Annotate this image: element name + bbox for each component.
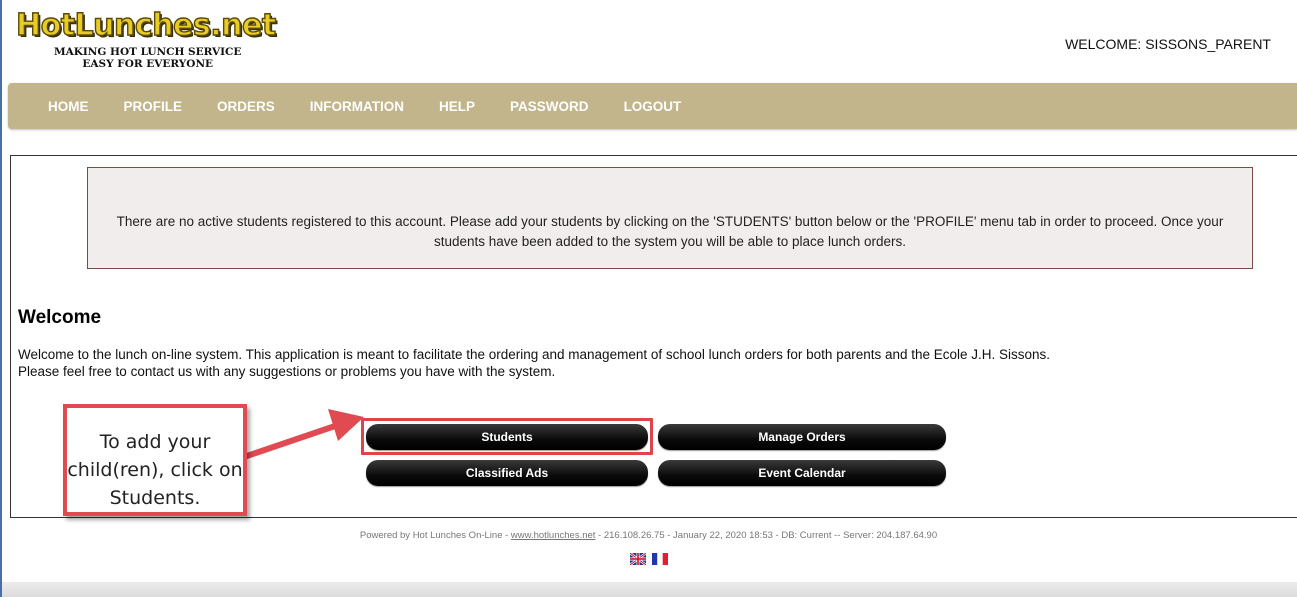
logo-tagline-line1: MAKING HOT LUNCH SERVICE (54, 46, 242, 58)
welcome-heading: Welcome (18, 307, 102, 328)
language-flags (630, 553, 668, 567)
footer-link[interactable]: www.hotlunches.net (511, 530, 596, 541)
students-button[interactable]: Students (366, 424, 648, 450)
logo-tagline: MAKING HOT LUNCH SERVICE EASY FOR EVERYO… (54, 46, 241, 70)
classified-ads-button[interactable]: Classified Ads (366, 460, 648, 486)
welcome-text-line1: Welcome to the lunch on-line system. Thi… (18, 347, 1051, 362)
nav-help[interactable]: HELP (439, 99, 475, 114)
site-logo[interactable]: HotLunches.net MAKING HOT LUNCH SERVICE … (15, 7, 316, 74)
nav-information[interactable]: INFORMATION (310, 99, 404, 114)
header: HotLunches.net MAKING HOT LUNCH SERVICE … (2, 0, 1297, 90)
instruction-callout: To add your child(ren), click on Student… (63, 404, 247, 516)
footer-prefix: Powered by Hot Lunches On-Line - (359, 530, 511, 541)
logo-tagline-line2: EASY FOR EVERYONE (82, 58, 214, 70)
welcome-user: WELCOME: SISSONS_PARENT (1065, 36, 1271, 52)
french-flag-icon[interactable] (652, 553, 668, 565)
nav-logout[interactable]: LOGOUT (624, 99, 682, 114)
footer: Powered by Hot Lunches On-Line - www.hot… (0, 530, 1297, 541)
nav-password[interactable]: PASSWORD (510, 99, 589, 114)
nav-orders[interactable]: ORDERS (217, 99, 275, 114)
logo-title: HotLunches.net (15, 7, 277, 43)
uk-flag-icon[interactable] (630, 553, 646, 565)
main-nav: HOME PROFILE ORDERS INFORMATION HELP PAS… (8, 83, 1297, 129)
no-students-alert: There are no active students registered … (87, 167, 1253, 269)
manage-orders-button[interactable]: Manage Orders (658, 424, 946, 450)
bottom-band (2, 582, 1297, 597)
footer-suffix: - 216.108.26.75 - January 22, 2020 18:53… (595, 530, 938, 541)
welcome-text: Welcome to the lunch on-line system. Thi… (18, 346, 1293, 380)
welcome-text-line2: Please feel free to contact us with any … (18, 364, 556, 379)
callout-arrow-icon (241, 409, 364, 460)
nav-home[interactable]: HOME (48, 99, 89, 114)
nav-profile[interactable]: PROFILE (124, 99, 183, 114)
event-calendar-button[interactable]: Event Calendar (658, 460, 946, 486)
